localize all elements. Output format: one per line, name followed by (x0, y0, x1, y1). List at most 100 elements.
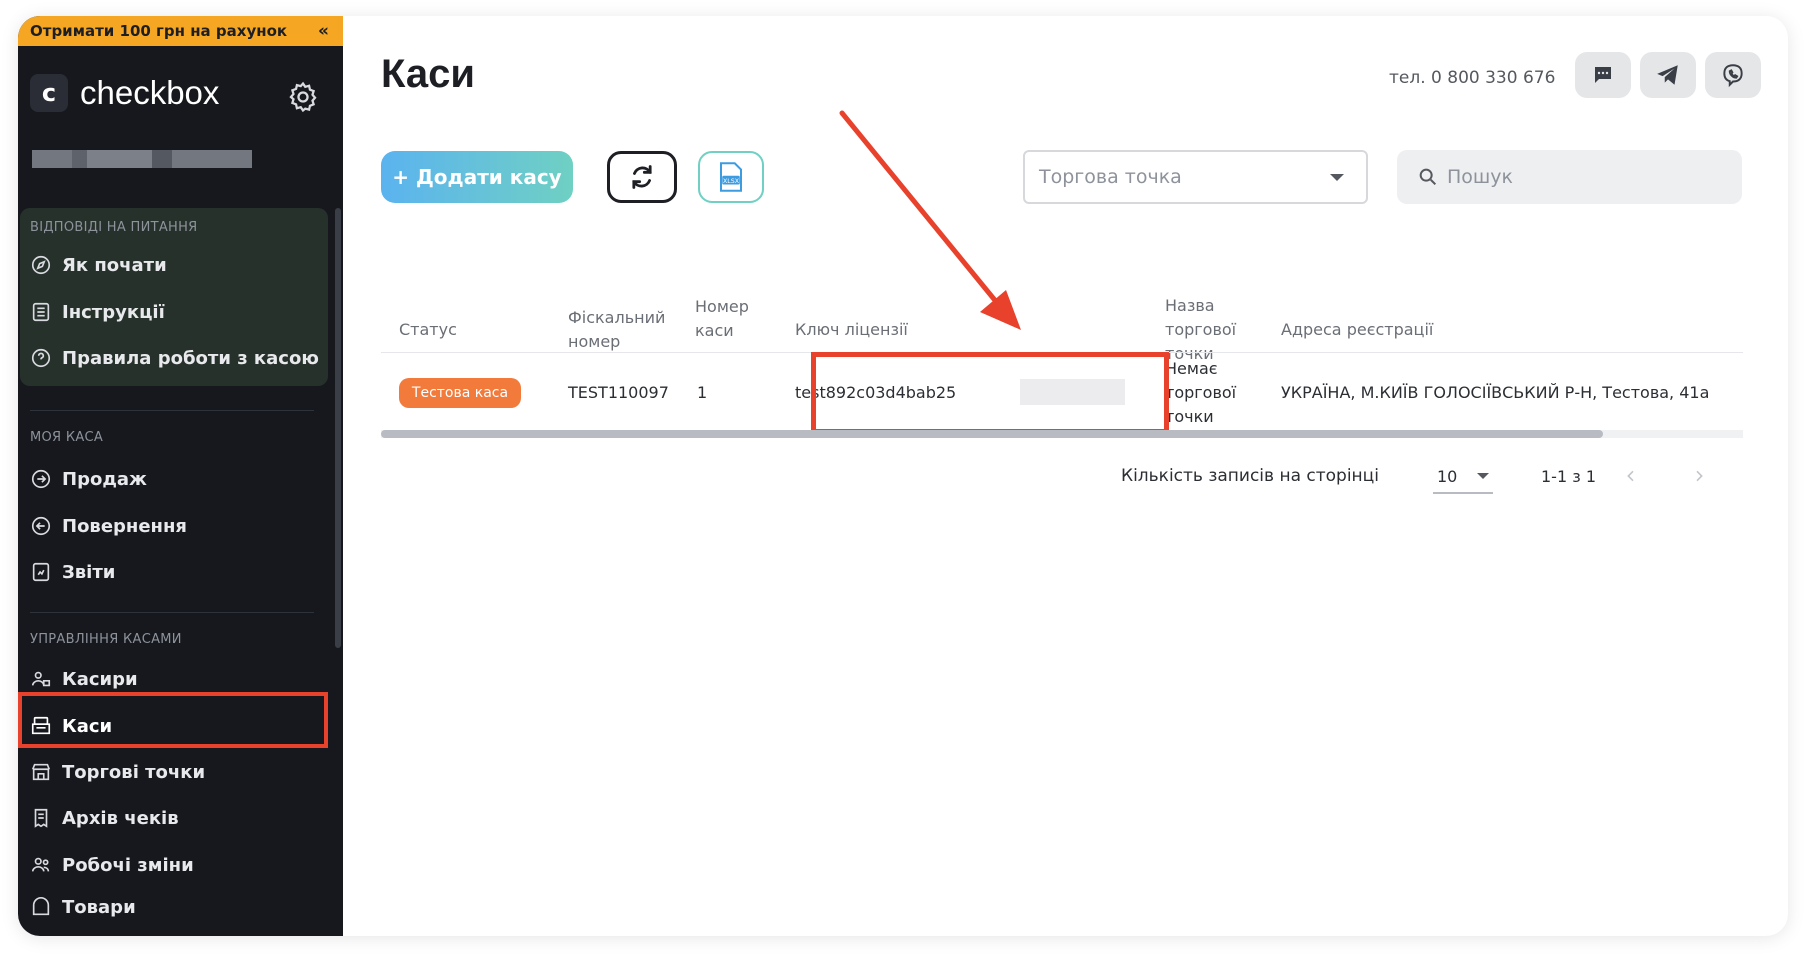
column-header-status[interactable]: Статус (399, 318, 457, 342)
sidebar-item-label: Торгові точки (62, 761, 206, 783)
cell-line: точки (1165, 407, 1214, 426)
active-item-highlight (18, 692, 328, 748)
search-box[interactable] (1397, 150, 1742, 204)
section-title-help: Відповіді на питання (30, 220, 198, 235)
sidebar-divider (30, 410, 314, 411)
chat-icon (1595, 67, 1611, 83)
sidebar-item-label: Правила роботи з касою (62, 347, 319, 369)
add-cash-register-button[interactable]: + Додати касу (381, 151, 573, 203)
sidebar-item-return[interactable]: Повернення (30, 506, 330, 546)
sidebar-item-label: Повернення (62, 515, 187, 537)
sidebar-item-label: Звіти (62, 561, 116, 583)
users-icon (31, 857, 50, 872)
support-phone[interactable]: тел. 0 800 330 676 (1389, 68, 1555, 88)
chat-button[interactable] (1575, 52, 1631, 98)
sidebar-item-instructions[interactable]: Інструкції (30, 292, 330, 332)
column-header-license-key[interactable]: Ключ ліцензії (795, 318, 908, 342)
arrow-right-circle-icon (31, 469, 51, 489)
refresh-icon (632, 165, 652, 189)
search-icon (1419, 168, 1437, 186)
header-line: Фіскальний (568, 308, 666, 327)
status-badge: Тестова каса (399, 378, 521, 408)
telegram-icon (1657, 65, 1678, 85)
chevron-down-icon (1330, 173, 1344, 181)
app-window: Отримати 100 грн на рахунок « c checkbox… (18, 16, 1788, 936)
sidebar-item-label: Інструкції (62, 301, 165, 323)
goods-icon (32, 897, 50, 916)
refresh-button[interactable] (607, 151, 677, 203)
collapse-sidebar-icon[interactable]: « (318, 21, 329, 41)
sidebar-item-stores[interactable]: Торгові точки (30, 752, 330, 792)
header-line: Назва (1165, 296, 1215, 315)
brand-name: checkbox (80, 74, 220, 111)
sidebar-item-label: Архів чеків (62, 807, 179, 829)
chevron-left-icon (1627, 470, 1634, 482)
license-key-highlight (811, 352, 1169, 434)
column-header-address[interactable]: Адреса реєстрації (1281, 318, 1433, 342)
report-icon (32, 562, 50, 582)
sidebar-item-label: Як почати (62, 254, 167, 276)
register-number-cell: 1 (697, 383, 708, 402)
address-cell: УКРАЇНА, М.КИЇВ ГОЛОСІЇВСЬКИЙ Р-Н, Тесто… (1281, 383, 1710, 402)
rows-per-page-value: 10 (1437, 466, 1458, 486)
sidebar-scrollbar[interactable] (335, 208, 341, 648)
fiscal-number-cell: TEST110097 (568, 383, 669, 402)
question-icon (31, 348, 51, 368)
section-title-cash-management: Управління касами (30, 632, 182, 647)
arrow-left-circle-icon (31, 516, 51, 536)
brand[interactable]: c checkbox (30, 74, 219, 112)
header-line: торгової (1165, 320, 1237, 339)
pagination-range: 1-1 з 1 (1541, 467, 1596, 486)
store-filter-select[interactable]: Торгова точка (1023, 150, 1368, 204)
store-icon (31, 763, 51, 781)
sidebar-item-label: Продаж (62, 468, 147, 490)
column-header-register-number[interactable]: Номер каси (695, 295, 749, 343)
sidebar-item-receipt-archive[interactable]: Архів чеків (30, 798, 330, 838)
column-header-fiscal-number[interactable]: Фіскальний номер (568, 306, 665, 354)
chevron-down-icon (1477, 473, 1489, 479)
receipt-archive-icon (34, 808, 48, 828)
chevron-right-icon (1696, 470, 1703, 482)
viber-button[interactable] (1705, 52, 1761, 98)
cell-line: Немає (1165, 359, 1218, 378)
sidebar-item-goods[interactable]: Товари (30, 892, 330, 922)
table-scroll-thumb[interactable] (381, 430, 1603, 438)
document-icon (32, 302, 50, 322)
account-name-redacted (32, 150, 252, 168)
promo-text: Отримати 100 грн на рахунок (30, 22, 288, 40)
store-name-cell: Немає торгової точки (1165, 357, 1236, 429)
sidebar-divider (30, 612, 314, 613)
cashiers-icon (31, 671, 51, 687)
sidebar-item-label: Товари (62, 896, 136, 918)
cell-line: торгової (1165, 383, 1237, 402)
sidebar-item-shifts[interactable]: Робочі зміни (30, 845, 330, 885)
next-page-button[interactable] (1687, 464, 1711, 488)
compass-icon (31, 255, 51, 275)
xlsx-file-icon: XLSX (720, 162, 742, 192)
sidebar-item-how-to-start[interactable]: Як почати (30, 245, 330, 285)
sidebar-item-cash-rules[interactable]: Правила роботи з касою (30, 338, 330, 378)
sidebar-item-reports[interactable]: Звіти (30, 552, 330, 592)
search-input[interactable] (1447, 166, 1727, 188)
store-filter-placeholder: Торгова точка (1039, 166, 1182, 188)
sidebar-item-sale[interactable]: Продаж (30, 459, 330, 499)
main-content: Каси тел. 0 800 330 676 + Додати касу XL… (343, 16, 1788, 936)
brand-logo: c (30, 74, 68, 112)
xlsx-label: XLSX (723, 178, 740, 185)
export-xlsx-button[interactable]: XLSX (698, 151, 764, 203)
screenshot-canvas: Отримати 100 грн на рахунок « c checkbox… (0, 0, 1810, 958)
rows-per-page-select[interactable]: 10 (1433, 460, 1493, 494)
prev-page-button[interactable] (1619, 464, 1643, 488)
viber-icon (1723, 64, 1743, 88)
gear-icon[interactable] (286, 80, 320, 114)
rows-per-page-label: Кількість записів на сторінці (1121, 466, 1379, 486)
section-title-my-cash: Моя каса (30, 430, 104, 445)
sidebar-item-label: Робочі зміни (62, 854, 194, 876)
telegram-button[interactable] (1640, 52, 1696, 98)
header-line: номер (568, 332, 621, 351)
page-title: Каси (381, 52, 475, 96)
header-line: Номер (695, 297, 749, 316)
header-line: каси (695, 321, 734, 340)
promo-banner[interactable]: Отримати 100 грн на рахунок « (18, 16, 343, 46)
column-header-store-name[interactable]: Назва торгової точки (1165, 294, 1236, 366)
